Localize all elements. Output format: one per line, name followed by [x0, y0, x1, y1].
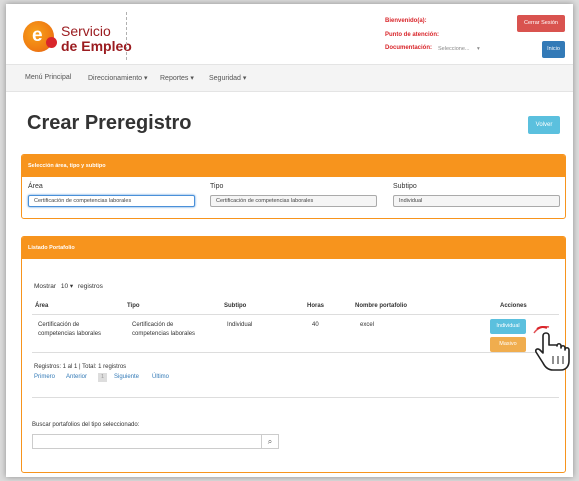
pagination-previous[interactable]: Anterior — [66, 374, 87, 380]
row-area-line2: competencias laborales — [38, 331, 102, 337]
caret-down-icon: ▾ — [142, 75, 148, 82]
logo-mark-icon: e — [23, 21, 57, 52]
row-tipo-line2: competencias laborales — [132, 331, 196, 337]
logo-text-line1: Servicio — [61, 23, 111, 39]
pagination-divider — [32, 397, 559, 398]
back-button[interactable]: Volver — [528, 116, 560, 134]
pagination-next[interactable]: Siguiente — [114, 374, 139, 380]
search-button[interactable]: ⌕ — [262, 434, 279, 449]
records-summary: Registros: 1 al 1 | Total: 1 registros — [34, 364, 127, 370]
selection-panel: Selección área, tipo y subtipo Área Cert… — [21, 154, 566, 219]
column-header-tipo[interactable]: Tipo — [127, 303, 140, 309]
row-nombre: excel — [360, 322, 375, 328]
header-divider — [126, 12, 127, 60]
subtipo-label: Subtipo — [393, 183, 417, 190]
row-tipo-line1: Certificación de — [132, 322, 174, 328]
logo-text-line2: de Empleo — [61, 38, 132, 54]
column-header-acciones: Acciones — [500, 303, 527, 309]
column-header-horas[interactable]: Horas — [307, 303, 324, 309]
search-icon: ⌕ — [267, 437, 273, 446]
column-header-area[interactable]: Área — [35, 303, 48, 309]
tipo-select[interactable]: Certificación de competencias laborales — [210, 195, 377, 207]
pagination-first[interactable]: Primero — [34, 374, 55, 380]
portfolio-list-heading: Listado Portafolio — [22, 237, 565, 259]
pagination-last[interactable]: Último — [152, 374, 169, 380]
nav-item-seguridad[interactable]: Seguridad ▾ — [209, 74, 246, 82]
row-subtipo: Individual — [227, 322, 253, 328]
selection-panel-heading: Selección área, tipo y subtipo — [22, 155, 565, 177]
nav-item-reportes[interactable]: Reportes ▾ — [160, 74, 194, 82]
documentation-label: Documentación: — [385, 45, 433, 51]
table-row-divider — [32, 352, 559, 353]
area-select[interactable]: Certificación de competencias laborales — [28, 195, 195, 207]
table-header-divider — [32, 314, 559, 315]
individual-button[interactable]: Individual — [490, 319, 526, 334]
page-title: Crear Preregistro — [27, 112, 192, 134]
page-size-value: 10 — [60, 283, 69, 290]
nav-item-seguridad-label: Seguridad — [209, 75, 241, 82]
show-label: Mostrar — [34, 283, 57, 290]
area-label: Área — [28, 183, 43, 190]
subtipo-select[interactable]: Individual — [393, 195, 560, 207]
records-label: registros — [77, 283, 103, 290]
page-size-control: Mostrar 10 ▾ registros — [34, 282, 103, 290]
column-header-nombre-portafolio[interactable]: Nombre portafolio — [355, 303, 407, 309]
caret-down-icon: ▾ — [69, 283, 74, 290]
nav-item-menu-principal[interactable]: Menú Principal — [25, 74, 71, 81]
logout-button[interactable]: Cerrar Sesión — [517, 15, 565, 32]
row-area-line1: Certificación de — [38, 322, 80, 328]
caret-down-icon: ▾ — [188, 75, 194, 82]
column-header-subtipo[interactable]: Subtipo — [224, 303, 246, 309]
hand-cursor-icon — [533, 326, 570, 371]
portfolio-list-panel: Listado Portafolio Mostrar 10 ▾ registro… — [21, 236, 566, 473]
search-input[interactable] — [32, 434, 262, 449]
documentation-select-value: Seleccione... — [438, 46, 470, 52]
pagination-current[interactable]: 1 — [98, 373, 107, 382]
tipo-label: Tipo — [210, 183, 224, 190]
attention-point-label: Punto de atención: — [385, 32, 439, 38]
main-navbar: Menú Principal Direccionamiento ▾ Report… — [6, 64, 573, 92]
home-button[interactable]: Inicio — [542, 41, 565, 58]
search-label: Buscar portafolios del tipo seleccionado… — [32, 422, 140, 428]
nav-item-direccionamiento-label: Direccionamiento — [88, 75, 143, 82]
caret-down-icon: ▾ — [240, 75, 247, 82]
app-window: e Servicio de Empleo Bienvenido(a): Punt… — [6, 4, 573, 477]
welcome-label: Bienvenido(a): — [385, 18, 427, 24]
nav-item-reportes-label: Reportes — [160, 75, 189, 82]
nav-item-direccionamiento[interactable]: Direccionamiento ▾ — [88, 74, 148, 82]
page-size-select[interactable]: 10 ▾ — [61, 283, 73, 290]
row-horas: 40 — [312, 322, 319, 328]
masivo-button[interactable]: Masivo — [490, 337, 526, 352]
documentation-select[interactable]: Seleccione... ▾ — [438, 44, 496, 55]
servicio-de-empleo-logo[interactable]: e Servicio de Empleo — [23, 18, 153, 60]
caret-down-icon: ▾ — [477, 46, 480, 52]
